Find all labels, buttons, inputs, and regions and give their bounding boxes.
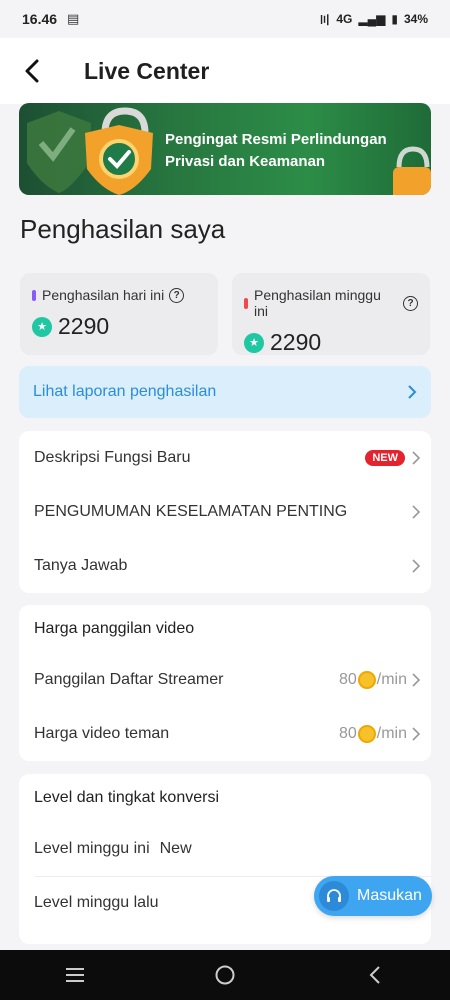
price-value: 80 /min [339, 725, 407, 743]
home-button[interactable] [195, 950, 255, 1000]
status-time: 16.46 [22, 11, 58, 27]
today-income-value-row: ★ 2290 [32, 313, 206, 340]
feedback-button[interactable]: Masukan [314, 876, 432, 916]
income-report-label: Lihat laporan penghasilan [33, 383, 217, 400]
help-icon[interactable]: ? [169, 287, 185, 303]
income-title: Penghasilan saya [20, 214, 226, 244]
week-indicator-dot [244, 297, 248, 309]
today-income-value: 2290 [58, 313, 110, 339]
menu-lines-icon [66, 968, 84, 982]
today-income-label-row: Penghasilan hari ini ? [32, 287, 206, 303]
level-this-week-label: Level minggu ini [34, 840, 150, 857]
diamond-coin-icon: ★ [32, 316, 52, 337]
menu-item-safety-announcement[interactable]: PENGUMUMAN KESELAMATAN PENTING [19, 485, 431, 539]
network-label: 4G [336, 12, 353, 26]
income-report-link[interactable]: Lihat laporan penghasilan [19, 366, 431, 418]
today-indicator-dot [32, 289, 36, 301]
menu-item-new-features[interactable]: Deskripsi Fungsi Baru NEW [19, 431, 431, 485]
system-back-button[interactable] [345, 950, 405, 1000]
gold-coin-icon [357, 725, 376, 743]
price-row-label: Panggilan Daftar Streamer [34, 671, 224, 688]
chevron-right-icon [408, 385, 417, 399]
today-income-card: Penghasilan hari ini ? ★ 2290 [20, 273, 218, 355]
level-title: Level dan tingkat konversi [34, 789, 219, 806]
info-menu-card: Deskripsi Fungsi Baru NEW PENGUMUMAN KES… [19, 431, 431, 593]
level-card: Level dan tingkat konversi Level minggu … [19, 774, 431, 944]
week-income-value-row: ★ 2290 [244, 329, 418, 356]
today-income-label: Penghasilan hari ini [42, 287, 165, 303]
level-this-week-row: Level minggu ini New [19, 822, 431, 876]
banner-text: Pengingat Resmi Perlindungan Privasi dan… [165, 129, 387, 173]
price-amount: 80 [338, 671, 357, 688]
price-unit: /min [376, 671, 407, 688]
banner-line2: Privasi dan Keamanan [165, 153, 326, 170]
chevron-right-icon [412, 505, 421, 519]
price-unit: /min [376, 725, 407, 742]
video-price-title: Harga panggilan video [34, 620, 195, 637]
menu-item-right [411, 558, 421, 574]
price-row-label: Harga video teman [34, 725, 170, 742]
sim-icon: ▤ [67, 11, 80, 26]
vibrate-icon: 〣 [318, 12, 331, 27]
feedback-label: Masukan [357, 887, 422, 904]
privacy-banner[interactable]: Pengingat Resmi Perlindungan Privasi dan… [19, 103, 431, 195]
shield-lock-icon [27, 107, 153, 195]
week-income-card: Penghasilan minggu ini ? ★ 2290 [232, 273, 430, 355]
chevron-right-icon [412, 727, 421, 741]
chevron-right-icon [412, 451, 421, 465]
battery-icon: ▮ [391, 12, 398, 26]
week-income-label-row: Penghasilan minggu ini ? [244, 287, 418, 319]
system-nav-bar [0, 950, 450, 1000]
headset-icon [319, 881, 349, 911]
menu-item-label: Deskripsi Fungsi Baru [34, 449, 191, 466]
video-price-card: Harga panggilan video Panggilan Daftar S… [19, 605, 431, 761]
price-row-right: 80 /min [339, 725, 421, 743]
menu-item-label: PENGUMUMAN KESELAMATAN PENTING [34, 503, 348, 520]
gold-coin-icon [357, 671, 376, 689]
app-header: Live Center [0, 38, 450, 104]
menu-item-label: Tanya Jawab [34, 557, 128, 574]
help-icon[interactable]: ? [403, 295, 418, 311]
streamer-call-price-row[interactable]: Panggilan Daftar Streamer 80 /min [19, 653, 431, 707]
friend-video-price-row[interactable]: Harga video teman 80 /min [19, 707, 431, 761]
new-badge: NEW [365, 450, 405, 466]
status-bar: 16.46 ▤ 〣 4G ▂▄▆ ▮ 34% [0, 0, 450, 38]
recent-apps-button[interactable] [45, 950, 105, 1000]
menu-item-right [411, 504, 421, 520]
price-row-right: 80 /min [339, 671, 421, 689]
signal-icon: ▂▄▆ [358, 12, 386, 26]
menu-item-faq[interactable]: Tanya Jawab [19, 539, 431, 593]
home-circle-icon [215, 965, 235, 985]
back-arrow-icon [369, 966, 380, 984]
week-income-label: Penghasilan minggu ini [253, 287, 381, 319]
lock-decoration-icon [393, 146, 431, 195]
battery-level: 34% [403, 12, 428, 26]
diamond-coin-icon: ★ [244, 332, 264, 353]
chevron-right-icon [412, 673, 421, 687]
level-this-week-value: New [159, 840, 192, 857]
level-last-week-label: Level minggu lalu [34, 894, 159, 911]
chevron-right-icon [412, 559, 421, 573]
week-income-value: 2290 [270, 329, 322, 355]
price-amount: 80 [338, 725, 357, 742]
page-title: Live Center [84, 57, 210, 84]
banner-line1: Pengingat Resmi Perlindungan [165, 131, 387, 148]
back-button[interactable] [0, 38, 64, 104]
status-right: 〣 4G ▂▄▆ ▮ 34% [318, 11, 428, 28]
price-value: 80 /min [339, 671, 407, 689]
menu-item-right: NEW [365, 450, 421, 466]
chevron-left-icon [25, 59, 39, 83]
